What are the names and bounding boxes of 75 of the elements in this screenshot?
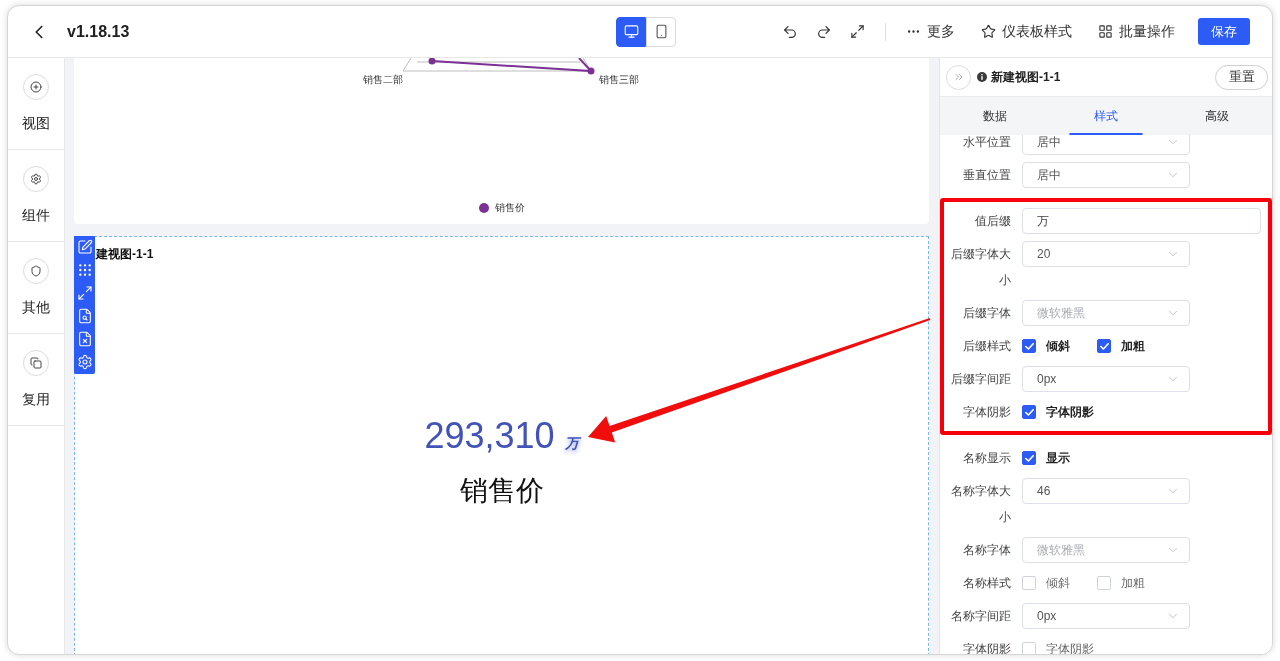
- edit-icon[interactable]: [76, 239, 93, 255]
- grid-icon: [1098, 24, 1113, 39]
- checkmark-icon: [1024, 408, 1034, 416]
- file-x-icon[interactable]: [76, 331, 93, 347]
- field-label: 水平位置: [962, 135, 1011, 151]
- checkbox[interactable]: [1022, 339, 1036, 353]
- batch-menu-button[interactable]: 批量操作: [1098, 21, 1175, 42]
- field-label: 字体阴影: [962, 641, 1011, 654]
- checkbox[interactable]: [1022, 405, 1036, 419]
- checkmark-icon: [1024, 342, 1034, 350]
- checkbox-label[interactable]: 显示: [1046, 449, 1070, 467]
- tab[interactable]: 高级: [1161, 97, 1272, 135]
- monitor-icon: [623, 24, 639, 39]
- phone-icon: [653, 24, 669, 39]
- reset-button[interactable]: 重置: [1215, 64, 1268, 90]
- sidebar-item[interactable]: 视图: [8, 58, 64, 150]
- checkmark-icon: [1024, 454, 1034, 462]
- metric-value: 293,310: [424, 414, 555, 458]
- checkbox[interactable]: [1097, 339, 1111, 353]
- field-label: 名称显示: [962, 450, 1011, 467]
- view-title: 建视图-1-1: [96, 247, 154, 261]
- field-label: 名称字体大小: [950, 483, 1011, 526]
- field-label: 名称样式: [962, 575, 1011, 592]
- dots-grid-icon[interactable]: [76, 262, 93, 278]
- panel-title: 新建视图-1-1: [991, 69, 1061, 86]
- redo-icon[interactable]: [816, 23, 832, 40]
- tab[interactable]: 样式: [1050, 97, 1162, 135]
- select-field[interactable]: 0px: [1022, 603, 1190, 629]
- mobile-view-button[interactable]: [646, 16, 676, 47]
- axis-label: 销售三部: [599, 74, 639, 85]
- legend-label: 销售价: [494, 202, 525, 214]
- select-field[interactable]: 0px: [1022, 366, 1190, 392]
- field-label: 后缀字体大小: [950, 246, 1011, 289]
- checkbox-label[interactable]: 倾斜: [1046, 574, 1070, 592]
- field-label: 名称字体: [962, 542, 1011, 559]
- tab[interactable]: 数据: [940, 97, 1051, 135]
- text-input[interactable]: 万: [1022, 208, 1261, 234]
- field-label: 垂直位置: [962, 167, 1011, 184]
- sidebar-item[interactable]: 组件: [8, 150, 64, 242]
- radar-data-point: [587, 67, 595, 75]
- field-label: 字体阴影: [962, 404, 1011, 421]
- field-label: 后缀字体: [962, 305, 1011, 322]
- undo-icon[interactable]: [782, 23, 798, 40]
- sidebar-item[interactable]: 复用: [8, 334, 64, 426]
- save-button[interactable]: 保存: [1198, 18, 1250, 45]
- checkbox-label[interactable]: 倾斜: [1046, 337, 1070, 355]
- more-menu-button[interactable]: 更多: [906, 21, 955, 42]
- select-field[interactable]: 20: [1022, 241, 1190, 267]
- checkbox-label[interactable]: 字体阴影: [1046, 403, 1094, 421]
- select-field[interactable]: 居中: [1022, 162, 1190, 188]
- checkbox[interactable]: [1022, 451, 1036, 465]
- radar-data-point: [428, 58, 436, 65]
- select-field[interactable]: 46: [1022, 478, 1190, 504]
- field-label: 后缀字间距: [950, 371, 1011, 388]
- star-icon: [981, 24, 996, 39]
- desktop-view-button[interactable]: [616, 16, 646, 47]
- metric-name: 销售价: [459, 474, 544, 508]
- expand-icon[interactable]: [76, 285, 93, 301]
- version-title: v1.18.13: [67, 21, 130, 42]
- expand-icon[interactable]: [850, 24, 865, 39]
- sidebar-item[interactable]: 其他: [8, 242, 64, 334]
- info-icon: [977, 72, 987, 82]
- axis-label: 销售二部: [363, 74, 403, 85]
- style-menu-button[interactable]: 仪表板样式: [981, 21, 1072, 42]
- file-search-icon[interactable]: [76, 308, 93, 324]
- double-chevron-right-icon: [952, 71, 965, 83]
- select-field[interactable]: 居中: [1022, 135, 1190, 155]
- checkbox-label[interactable]: 加粗: [1121, 337, 1145, 355]
- field-label: 值后缀: [974, 213, 1011, 230]
- checkmark-icon: [1099, 342, 1109, 350]
- field-label: 后缀样式: [962, 338, 1011, 355]
- checkbox-label[interactable]: 字体阴影: [1046, 640, 1094, 654]
- field-label: 名称字间距: [950, 608, 1011, 625]
- checkbox-label[interactable]: 加粗: [1121, 574, 1145, 592]
- settings-icon[interactable]: [76, 354, 93, 370]
